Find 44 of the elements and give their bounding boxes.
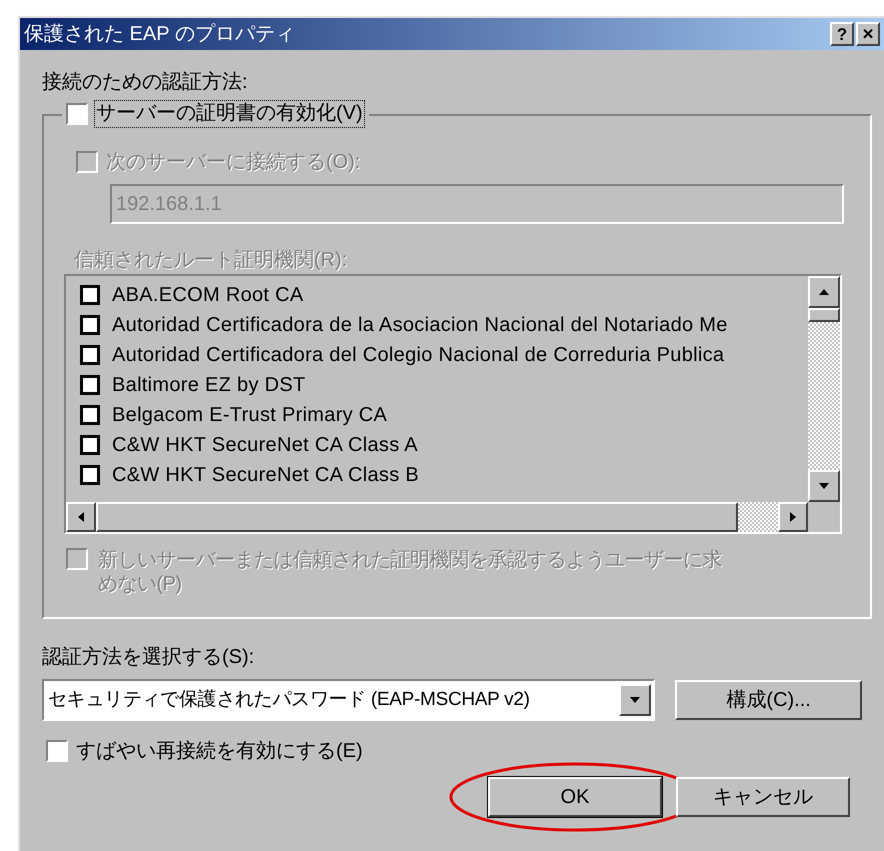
down-arrow-icon [818, 482, 830, 490]
certificate-name: Autoridad Certificadora de la Asociacion Nacional del Notariado Me [112, 313, 728, 337]
checkbox[interactable] [80, 405, 100, 425]
checkbox-label: サーバーの証明書の有効化(V) [96, 102, 363, 124]
certificate-name: Autoridad Certificadora del Colegio Nacional de Correduria Publica [112, 343, 724, 367]
dialog-button[interactable]: キャンセル [676, 777, 850, 817]
certificate-item[interactable]: Belgacom E-Trust Primary CA [80, 400, 806, 430]
checkbox[interactable] [80, 315, 100, 335]
dialog-button[interactable]: OK [488, 777, 662, 817]
certificate-name: C&W HKT SecureNet CA Class A [112, 433, 418, 457]
certificate-name: Baltimore EZ by DST [112, 373, 306, 397]
section-label: 接続のための認証方法: [42, 70, 249, 94]
method-dropdown[interactable]: セキュリティで保護されたパスワード (EAP-MSCHAP v2) [42, 679, 656, 721]
certificate-name: C&W HKT SecureNet CA Class B [112, 463, 420, 487]
up-arrow-icon [818, 288, 830, 296]
checkbox[interactable] [80, 345, 100, 365]
help-button[interactable]: ? [830, 22, 854, 46]
checkbox[interactable] [80, 375, 100, 395]
scrollbar-thumb[interactable] [808, 308, 840, 322]
caret-icon [629, 696, 642, 704]
checkbox[interactable] [66, 103, 88, 125]
certificate-name: ABA.ECOM Root CA [112, 283, 304, 307]
certificate-item[interactable]: Baltimore EZ by DST [80, 370, 806, 400]
window-title: 保護された EAP のプロパティ [24, 22, 295, 46]
certificate-item[interactable]: Autoridad Certificadora del Colegio Nacional de Correduria Publica [80, 340, 806, 370]
certificate-name: Belgacom E-Trust Primary CA [112, 403, 388, 427]
checkbox-label: 次のサーバーに接続する(O): [106, 150, 360, 174]
close-button[interactable]: × [856, 22, 880, 46]
list-label: 信頼されたルート証明機関(R): [74, 248, 348, 272]
vertical-scrollbar[interactable] [808, 276, 840, 502]
checkbox[interactable] [80, 285, 100, 305]
certificate-item[interactable]: Autoridad Certificadora de la Asociacion Nacional del Notariado Me [80, 310, 806, 340]
checkbox[interactable] [80, 465, 100, 485]
right-arrow-icon [789, 511, 797, 523]
configure-button[interactable]: 構成(C)... [675, 680, 862, 720]
checkbox-label: 新しいサーバーまたは信頼された証明機関を承認するようユーザーに求めない(P) [98, 548, 723, 596]
certificate-item[interactable]: C&W HKT SecureNet CA Class B [80, 460, 806, 490]
checkbox[interactable] [46, 740, 68, 762]
method-label: 認証方法を選択する(S): [42, 645, 256, 669]
left-arrow-icon [77, 511, 85, 523]
certificate-item[interactable]: ABA.ECOM Root CA [80, 280, 806, 310]
checkbox-label: すばやい再接続を有効にする(E) [76, 739, 363, 763]
checkbox[interactable] [80, 435, 100, 455]
certificate-item[interactable]: C&W HKT SecureNet CA Class A [80, 430, 806, 460]
